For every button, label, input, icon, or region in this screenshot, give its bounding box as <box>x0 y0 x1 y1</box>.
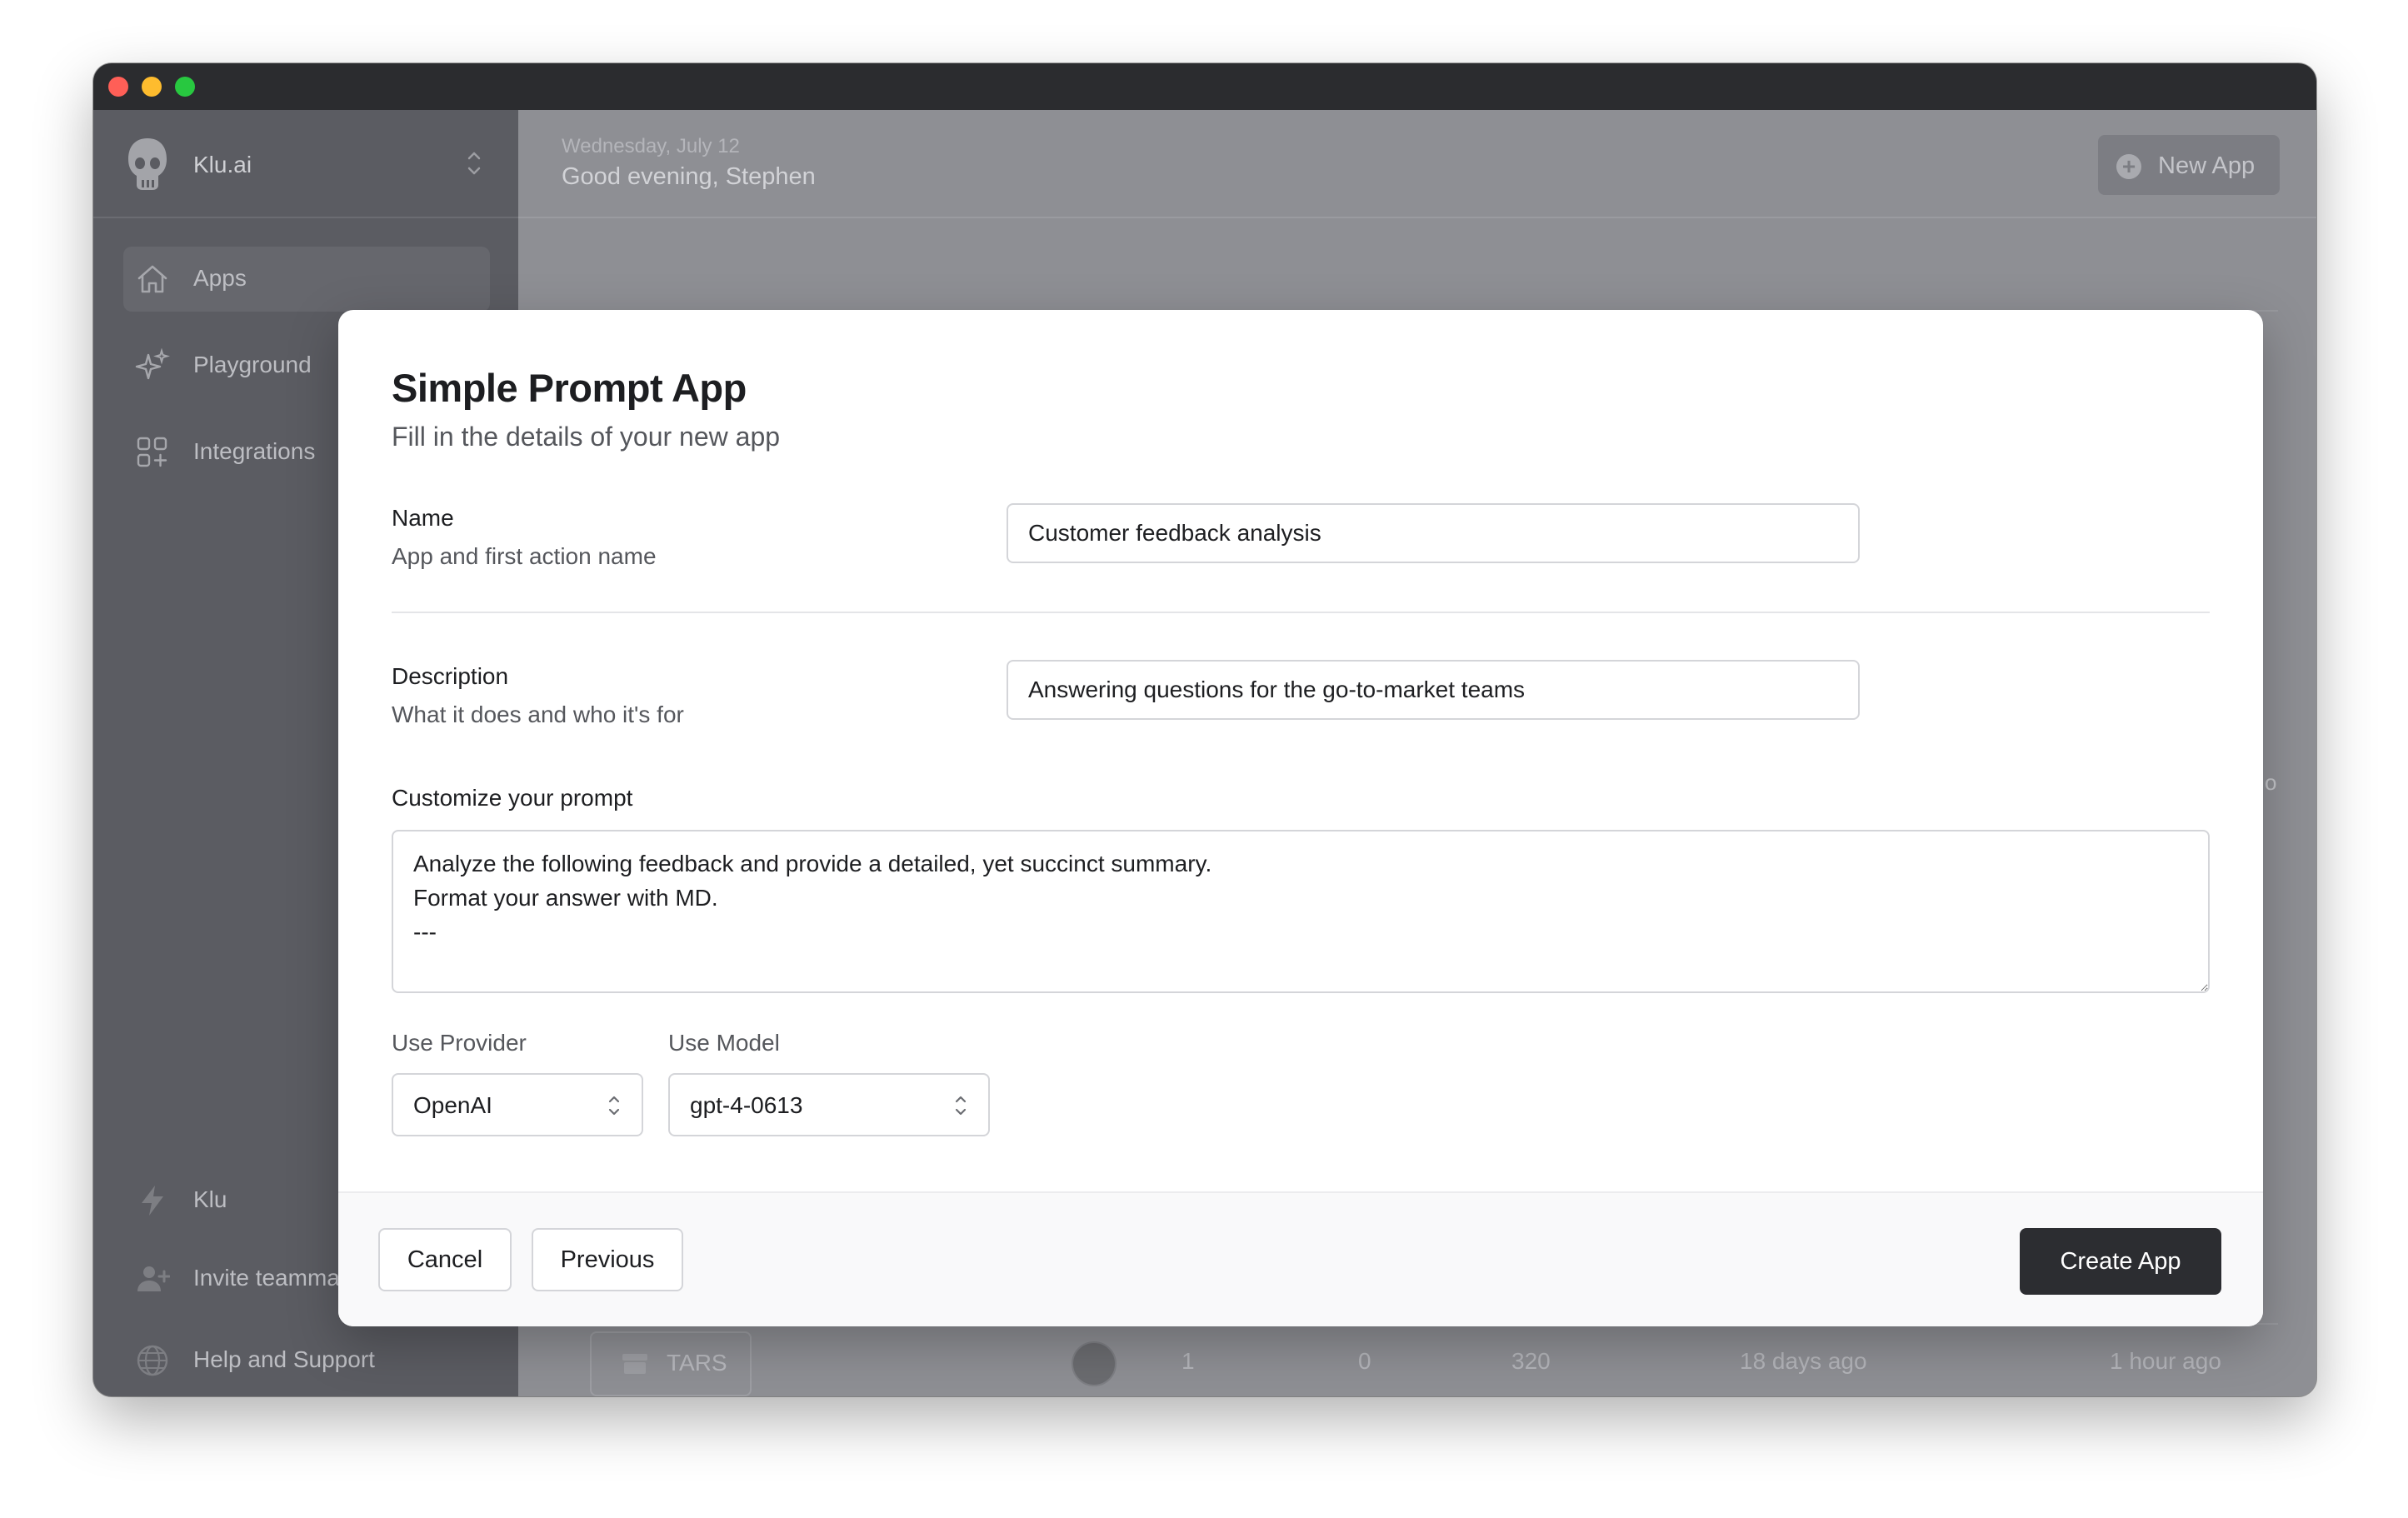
sidebar-item-apps[interactable]: Apps <box>123 247 490 312</box>
model-label: Use Model <box>668 1030 780 1056</box>
app-name-chip[interactable]: TARS <box>590 1331 752 1396</box>
background-text: o <box>2265 770 2277 795</box>
archive-icon <box>622 1354 647 1374</box>
create-app-button[interactable]: Create App <box>2020 1228 2221 1295</box>
grid-plus-icon <box>137 437 167 467</box>
description-label: Description <box>392 663 509 689</box>
chevron-up-down-icon <box>467 152 481 175</box>
greeting: Good evening, Stephen <box>562 163 816 190</box>
maximize-window-button[interactable] <box>175 77 195 97</box>
chevron-up-down-icon <box>608 1096 620 1116</box>
sparkles-icon <box>135 348 170 380</box>
sidebar-item-label: Integrations <box>193 438 316 464</box>
modal-title: Simple Prompt App <box>392 366 747 410</box>
prompt-label: Customize your prompt <box>392 785 633 811</box>
modal-footer: Cancel Previous Create App <box>338 1191 2263 1326</box>
user-plus-icon <box>137 1266 170 1291</box>
sidebar-item-label: Playground <box>193 352 312 377</box>
description-hint: What it does and who it's for <box>392 702 684 727</box>
modal-subtitle: Fill in the details of your new app <box>392 422 781 452</box>
prompt-textarea[interactable]: Analyze the following feedback and provi… <box>392 830 2210 993</box>
name-hint: App and first action name <box>392 543 657 569</box>
workspace-name: Klu.ai <box>193 152 252 177</box>
table-cell: 1 <box>1182 1348 1195 1374</box>
table-cell-updated: 1 hour ago <box>2110 1348 2221 1374</box>
table-cell: 0 <box>1358 1348 1371 1374</box>
chevron-up-down-icon <box>955 1096 967 1116</box>
close-window-button[interactable] <box>108 77 128 97</box>
model-select[interactable]: gpt-4-0613 <box>668 1073 990 1136</box>
home-icon <box>137 265 167 293</box>
description-field[interactable] <box>1007 660 1860 720</box>
new-app-label: New App <box>2158 152 2256 179</box>
sidebar-item-label: Klu <box>193 1186 227 1212</box>
app-name: TARS <box>667 1350 727 1376</box>
main-header: Wednesday, July 12 Good evening, Stephen… <box>518 110 2316 218</box>
previous-button[interactable]: Previous <box>532 1228 683 1291</box>
name-field[interactable] <box>1007 503 1860 563</box>
sidebar-item-label: Help and Support <box>193 1346 375 1372</box>
minimize-window-button[interactable] <box>142 77 162 97</box>
table-cell-created: 18 days ago <box>1740 1348 1867 1374</box>
window-titlebar <box>93 63 2316 110</box>
section-divider <box>392 612 2210 613</box>
bolt-icon <box>142 1186 163 1216</box>
cancel-button[interactable]: Cancel <box>378 1228 512 1291</box>
table-cell: 320 <box>1511 1348 1551 1374</box>
avatar <box>1072 1341 1117 1386</box>
provider-value: OpenAI <box>413 1092 492 1118</box>
plus-icon: + <box>2116 154 2141 179</box>
new-app-button[interactable]: + New App <box>2098 135 2280 195</box>
provider-select[interactable]: OpenAI <box>392 1073 643 1136</box>
provider-label: Use Provider <box>392 1030 527 1056</box>
model-value: gpt-4-0613 <box>690 1092 803 1118</box>
workspace-switcher[interactable]: Klu.ai <box>93 110 518 218</box>
name-label: Name <box>392 505 454 531</box>
sidebar-item-help[interactable]: Help and Support <box>123 1328 490 1393</box>
globe-icon <box>137 1345 168 1376</box>
klu-logo-icon <box>128 138 167 190</box>
table-row[interactable]: TARS 1 0 320 18 days ago 1 hour ago <box>562 1331 2278 1396</box>
app-window: Klu.ai Apps Playground Integrations Klu … <box>93 63 2316 1396</box>
create-app-modal: Simple Prompt App Fill in the details of… <box>338 310 2263 1326</box>
current-date: Wednesday, July 12 <box>562 135 740 157</box>
sidebar-item-label: Apps <box>193 265 247 291</box>
